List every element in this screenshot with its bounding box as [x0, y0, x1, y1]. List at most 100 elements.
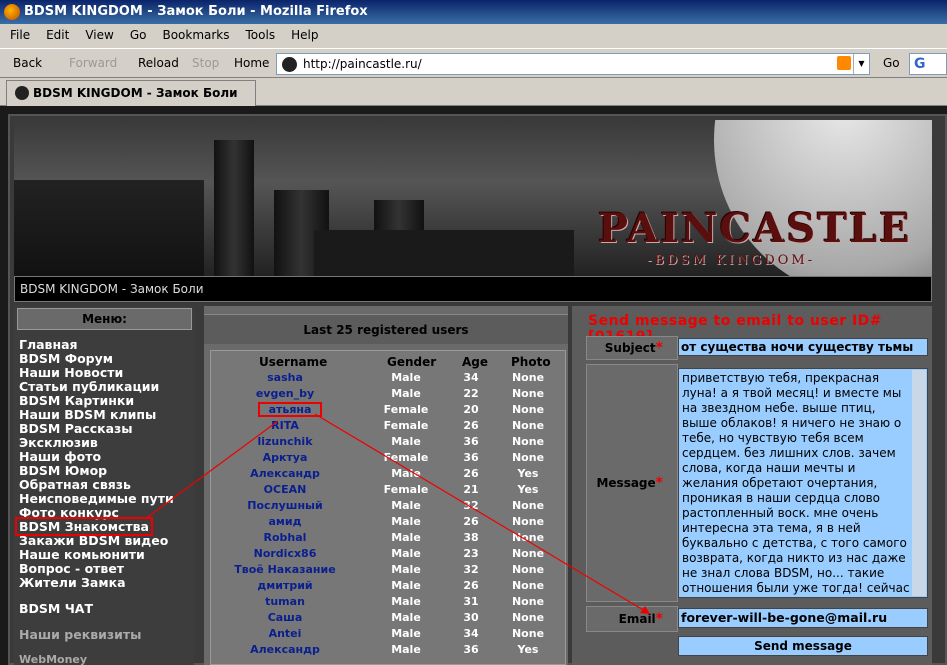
username-link[interactable]: Твоё Наказание: [211, 563, 359, 576]
table-row: Послушный Male 32 None: [211, 499, 567, 515]
username-link[interactable]: Александр: [211, 643, 359, 656]
photo-cell: Yes: [517, 467, 539, 480]
gender-cell: Male: [391, 371, 421, 384]
tab-label: BDSM KINGDOM - Замок Боли: [33, 86, 238, 100]
username-link[interactable]: sasha: [211, 371, 359, 384]
message-textarea[interactable]: приветствую тебя, прекрасная луна! а я т…: [678, 368, 928, 598]
gender-cell: Male: [391, 515, 421, 528]
sidebar-item-forum[interactable]: BDSM Форум: [19, 351, 113, 366]
sidebar-item-exclusive[interactable]: Эксклюзив: [19, 435, 98, 450]
email-label: Email*: [586, 606, 678, 632]
gender-cell: Male: [391, 435, 421, 448]
message-scrollbar[interactable]: [912, 370, 926, 596]
age-cell: 36: [463, 643, 479, 656]
tab-active[interactable]: BDSM KINGDOM - Замок Боли: [6, 80, 256, 106]
forward-button[interactable]: Forward: [69, 56, 117, 70]
menu-tools[interactable]: Tools: [240, 24, 282, 46]
username-link[interactable]: Antei: [211, 627, 359, 640]
sidebar-item-community[interactable]: Наше комьюнити: [19, 547, 145, 562]
username-link[interactable]: амид: [211, 515, 359, 528]
email-input[interactable]: forever-will-be-gone@mail.ru: [678, 608, 928, 628]
menu-view[interactable]: View: [79, 24, 119, 46]
gender-cell: Female: [383, 403, 429, 416]
address-bar[interactable]: http://paincastle.ru/ ▼: [276, 53, 870, 75]
sidebar-item-dating[interactable]: BDSM Знакомства: [15, 517, 153, 536]
age-cell: 30: [463, 611, 479, 624]
sidebar-item-articles[interactable]: Статьи публикации: [19, 379, 159, 394]
required-star-icon: *: [655, 475, 663, 491]
site-banner: PAINCASTLE -BDSM KINGDOM-: [14, 120, 932, 276]
username-link[interactable]: атьяна: [258, 402, 322, 417]
username-link[interactable]: Послушный: [211, 499, 359, 512]
age-cell: 21: [463, 483, 479, 496]
sidebar-item-home[interactable]: Главная: [19, 337, 78, 352]
menu-help[interactable]: Help: [285, 24, 324, 46]
username-link[interactable]: Саша: [211, 611, 359, 624]
col-photo: Photo: [511, 355, 551, 369]
send-message-button[interactable]: Send message: [678, 636, 928, 656]
age-cell: 23: [463, 547, 479, 560]
username-link[interactable]: lizunchik: [211, 435, 359, 448]
table-row: Александр Male 36 Yes: [211, 643, 567, 659]
sidebar-item-faq[interactable]: Вопрос - ответ: [19, 561, 124, 576]
gender-cell: Female: [383, 483, 429, 496]
reload-button[interactable]: Reload: [138, 56, 179, 70]
gender-cell: Male: [391, 595, 421, 608]
sidebar-item-humor[interactable]: BDSM Юмор: [19, 463, 107, 478]
menu-file[interactable]: File: [4, 24, 36, 46]
col-age: Age: [462, 355, 489, 369]
username-link[interactable]: RITA: [211, 419, 359, 432]
username-link[interactable]: tuman: [211, 595, 359, 608]
username-link[interactable]: OCEAN: [211, 483, 359, 496]
required-star-icon: *: [655, 340, 663, 356]
photo-cell: None: [511, 627, 545, 640]
age-cell: 31: [463, 595, 479, 608]
photo-cell: None: [511, 371, 545, 384]
search-engine-box[interactable]: G: [909, 53, 947, 75]
back-button[interactable]: Back: [13, 56, 42, 70]
photo-cell: None: [511, 595, 545, 608]
table-row: Robhal Male 38 None: [211, 531, 567, 547]
sidebar-item-stories[interactable]: BDSM Рассказы: [19, 421, 133, 436]
menu-bookmarks[interactable]: Bookmarks: [156, 24, 235, 46]
rss-icon[interactable]: [837, 56, 851, 70]
photo-cell: Yes: [517, 483, 539, 496]
gender-cell: Male: [391, 579, 421, 592]
table-row: Саша Male 30 None: [211, 611, 567, 627]
sidebar-item-clips[interactable]: Наши BDSM клипы: [19, 407, 156, 422]
username-link[interactable]: Nordicx86: [211, 547, 359, 560]
sidebar-item-photo-contest[interactable]: Фото конкурс: [19, 505, 119, 520]
photo-cell: None: [511, 611, 545, 624]
table-row: Nordicx86 Male 23 None: [211, 547, 567, 563]
table-row: дмитрий Male 26 None: [211, 579, 567, 595]
home-button[interactable]: Home: [234, 56, 269, 70]
age-cell: 20: [463, 403, 479, 416]
menu-edit[interactable]: Edit: [40, 24, 75, 46]
sidebar-item-news[interactable]: Наши Новости: [19, 365, 123, 380]
menu-go[interactable]: Go: [124, 24, 153, 46]
users-title: Last 25 registered users: [204, 314, 568, 344]
subject-input[interactable]: от существа ночи существу тьмы: [678, 338, 928, 356]
sidebar-item-feedback[interactable]: Обратная связь: [19, 477, 131, 492]
chevron-down-icon[interactable]: ▼: [853, 54, 869, 74]
username-link[interactable]: дмитрий: [211, 579, 359, 592]
sidebar-item-paths[interactable]: Неисповедимые пути: [19, 491, 174, 506]
stop-button[interactable]: Stop: [192, 56, 219, 70]
username-link[interactable]: Robhal: [211, 531, 359, 544]
go-button[interactable]: Go: [883, 56, 900, 70]
sidebar-item-pictures[interactable]: BDSM Картинки: [19, 393, 134, 408]
username-link[interactable]: evgen_by: [211, 387, 359, 400]
sidebar-item-order-video[interactable]: Закажи BDSM видео: [19, 533, 168, 548]
table-row: Antei Male 34 None: [211, 627, 567, 643]
tab-bar: BDSM KINGDOM - Замок Боли: [0, 78, 947, 106]
sidebar-item-residents[interactable]: Жители Замка: [19, 575, 126, 590]
username-link[interactable]: Арктуа: [211, 451, 359, 464]
users-table: Username Gender Age Photo sasha Male 34 Non…: [210, 350, 566, 665]
table-row: RITA Female 26 None: [211, 419, 567, 435]
table-row: атьяна Female 20 None: [211, 402, 567, 419]
sidebar-item-photos[interactable]: Наши фото: [19, 449, 101, 464]
col-username: Username: [259, 355, 328, 369]
sidebar-item-chat[interactable]: BDSM ЧАТ: [19, 601, 93, 616]
sidebar-menu: Меню: Главная BDSM Форум Наши Новости Ст…: [14, 306, 194, 665]
username-link[interactable]: Александр: [211, 467, 359, 480]
